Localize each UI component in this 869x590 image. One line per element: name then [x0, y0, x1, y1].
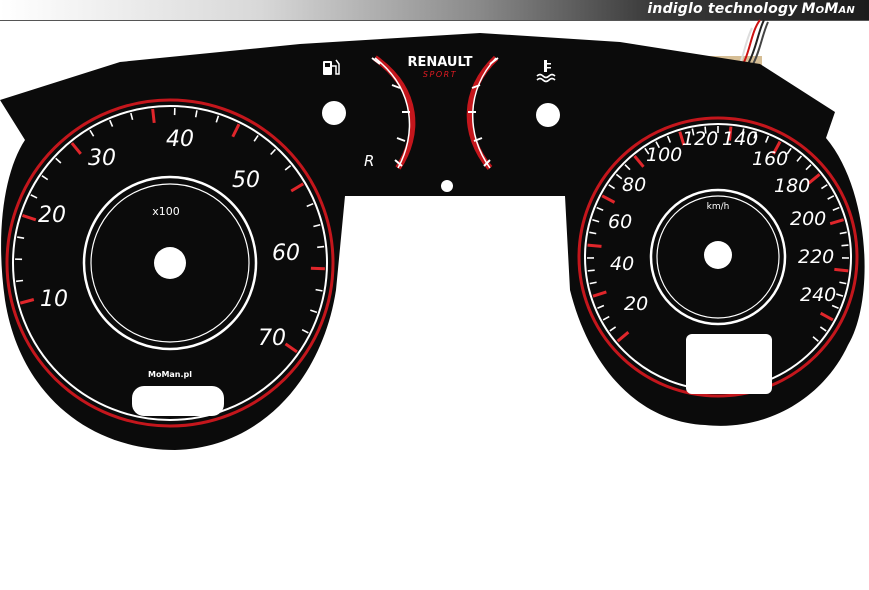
tach-needle-hole — [154, 247, 186, 279]
speedo-label-20: 20 — [624, 293, 648, 315]
fuel-warning-light — [322, 101, 346, 125]
speedo-label-60: 60 — [608, 211, 632, 233]
minor-tick — [317, 245, 325, 249]
minor-tick — [841, 244, 849, 247]
speedo-unit: km/h — [707, 202, 730, 212]
speedo-display-window — [686, 334, 772, 394]
speedo-label-40: 40 — [610, 253, 634, 275]
fuel-reserve-label: R — [364, 152, 374, 170]
gauge-cluster-overlay: x100 10 20 30 40 50 60 70 MoMan.pl km/h … — [0, 19, 865, 450]
speedo-label-140: 140 — [722, 128, 758, 150]
tach-unit: x100 — [152, 205, 180, 218]
logo-title: RENAULT — [408, 55, 473, 70]
temp-warning-light — [536, 103, 560, 127]
speedo-label-200: 200 — [790, 208, 826, 230]
tach-label-50: 50 — [232, 168, 260, 193]
major-tick — [151, 108, 156, 124]
major-tick — [310, 266, 325, 271]
speedo-label-100: 100 — [646, 144, 682, 166]
speedo-label-180: 180 — [774, 175, 810, 197]
logo-subtitle: SPORT — [423, 70, 457, 79]
speedo-label-220: 220 — [798, 246, 834, 268]
speedo-needle-hole — [704, 241, 732, 269]
tach-display-window — [132, 386, 224, 416]
minor-tick — [587, 269, 595, 272]
center-notch — [441, 180, 453, 192]
tach-label-60: 60 — [272, 241, 300, 266]
minor-tick — [15, 279, 24, 283]
tach-label-30: 30 — [88, 146, 116, 171]
major-tick — [587, 243, 602, 248]
maker-logo: MoMan.pl — [148, 370, 192, 379]
speedo-label-120: 120 — [682, 128, 718, 150]
tach-label-20: 20 — [38, 203, 66, 228]
tach-label-10: 10 — [40, 287, 68, 312]
speedo-label-80: 80 — [622, 174, 646, 196]
tach-label-40: 40 — [166, 127, 194, 152]
major-tick — [834, 267, 849, 273]
speedo-label-160: 160 — [752, 148, 788, 170]
tach-label-70: 70 — [258, 326, 286, 351]
speedo-label-240: 240 — [800, 284, 836, 306]
